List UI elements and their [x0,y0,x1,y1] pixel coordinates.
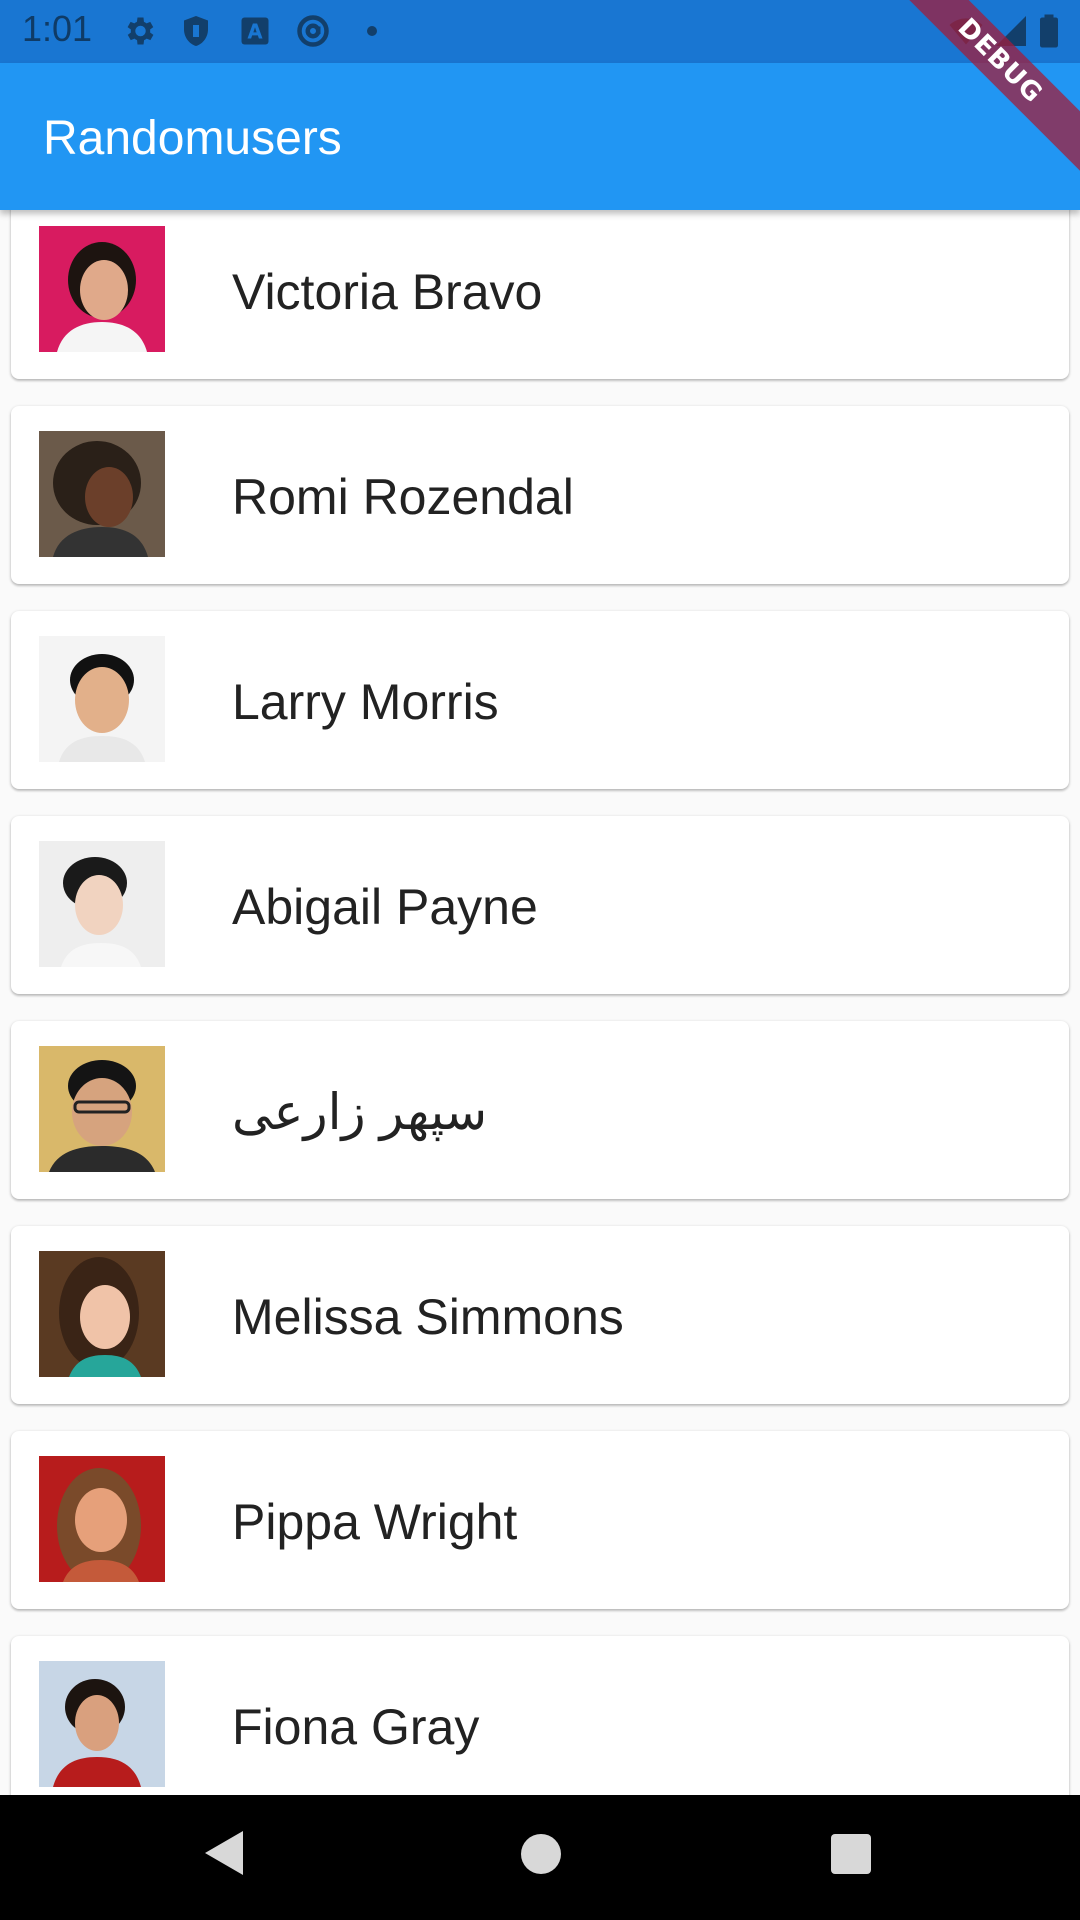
avatar-face [75,875,123,935]
status-time: 1:01 [22,8,93,49]
avatar [39,841,165,967]
user-card[interactable]: Victoria Bravo [11,210,1069,379]
avatar [39,1046,165,1172]
battery-icon [1040,14,1058,48]
user-list[interactable]: Victoria Bravo Romi Rozendal Larry Morri… [0,210,1080,1795]
dot-icon [367,26,377,36]
avatar-face [80,1285,130,1349]
back-icon[interactable] [205,1831,243,1875]
avatar-face [80,260,128,320]
user-name: Romi Rozendal [232,469,574,525]
avatar-face [75,667,129,733]
user-name: Larry Morris [232,674,499,730]
avatar [39,431,165,557]
screen: 1:01 Randomusers DEBUG Victoria Bravo Ro… [0,0,1080,1920]
settings-icon [127,17,154,45]
user-card[interactable]: Pippa Wright [11,1431,1069,1609]
user-name: Pippa Wright [232,1494,518,1550]
user-name: Abigail Payne [232,879,538,935]
app-bar: Randomusers [0,63,1080,210]
user-card[interactable]: سپهر زارعی [11,1021,1069,1199]
user-card[interactable]: Larry Morris [11,611,1069,789]
avatar-face [85,467,133,527]
avatar [39,636,165,762]
avatar [39,226,165,352]
avatar [39,1661,165,1787]
avatar-face [75,1695,119,1751]
recents-icon[interactable] [831,1834,871,1874]
avatar [39,1251,165,1377]
user-name: Melissa Simmons [232,1289,624,1345]
user-name: سپهر زارعی [232,1084,488,1140]
user-card[interactable]: Fiona Gray [11,1636,1069,1795]
navigation-bar [0,1795,1080,1920]
home-icon[interactable] [521,1834,561,1874]
at-sign-icon [297,15,329,47]
user-card[interactable]: Romi Rozendal [11,406,1069,584]
page-title: Randomusers [43,112,342,165]
user-card[interactable]: Abigail Payne [11,816,1069,994]
avatar [39,1456,165,1582]
user-card[interactable]: Melissa Simmons [11,1226,1069,1404]
text-a-icon [241,17,269,45]
shield-icon [184,16,208,46]
user-name: Fiona Gray [232,1699,480,1755]
user-name: Victoria Bravo [232,264,543,320]
avatar-face [75,1488,127,1552]
